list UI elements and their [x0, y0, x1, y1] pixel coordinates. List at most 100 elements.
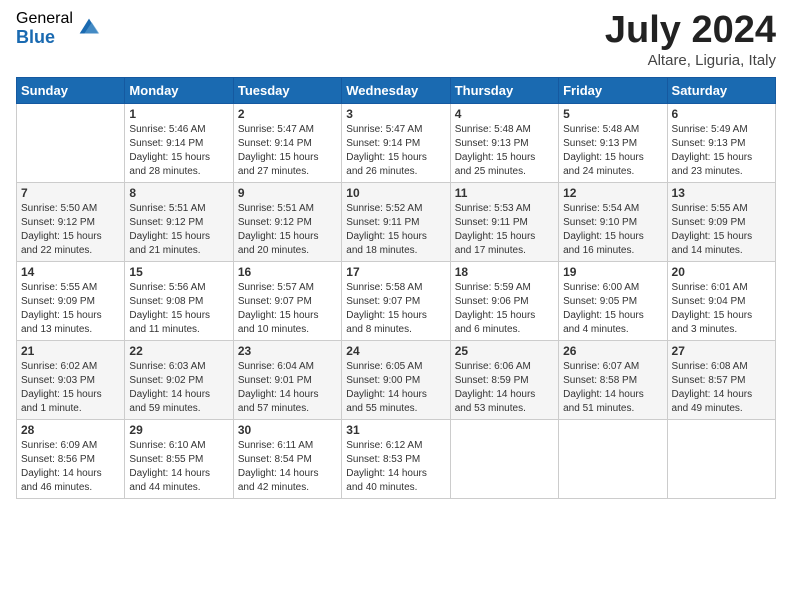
calendar-cell: 14Sunrise: 5:55 AM Sunset: 9:09 PM Dayli…: [17, 261, 125, 340]
weekday-header: Thursday: [450, 77, 558, 103]
day-info: Sunrise: 5:56 AM Sunset: 9:08 PM Dayligh…: [129, 281, 228, 337]
day-info: Sunrise: 6:07 AM Sunset: 8:58 PM Dayligh…: [563, 360, 662, 416]
logo-icon: [75, 13, 103, 41]
day-info: Sunrise: 6:06 AM Sunset: 8:59 PM Dayligh…: [455, 360, 554, 416]
calendar-cell: 24 Sunrise: 6:05 AM Sunset: 9:00 PM Dayli…: [342, 340, 450, 419]
calendar-cell: 29 Sunrise: 6:10 AM Sunset: 8:55 PM Dayli…: [125, 419, 233, 498]
day-number: 19: [563, 265, 662, 279]
calendar-week-row: 1 Sunrise: 5:46 AM Sunset: 9:14 PM Daylig…: [17, 103, 776, 182]
calendar-cell: 2 Sunrise: 5:47 AM Sunset: 9:14 PM Daylig…: [233, 103, 341, 182]
day-number: 24: [346, 344, 445, 358]
day-info: Sunrise: 5:59 AM Sunset: 9:06 PM Dayligh…: [455, 281, 554, 337]
day-info: Sunrise: 6:05 AM Sunset: 9:00 PM Dayligh…: [346, 360, 445, 416]
day-number: 22: [129, 344, 228, 358]
day-info: Sunrise: 6:00 AM Sunset: 9:05 PM Dayligh…: [563, 281, 662, 337]
calendar-cell: 21Sunrise: 6:02 AM Sunset: 9:03 PM Dayli…: [17, 340, 125, 419]
day-number: 30: [238, 423, 337, 437]
day-info: Sunrise: 5:54 AM Sunset: 9:10 PM Dayligh…: [563, 202, 662, 258]
day-number: 21: [21, 344, 120, 358]
day-info: Sunrise: 6:12 AM Sunset: 8:53 PM Dayligh…: [346, 439, 445, 495]
calendar-week-row: 28 Sunrise: 6:09 AM Sunset: 8:56 PM Dayli…: [17, 419, 776, 498]
day-info: Sunrise: 5:48 AM Sunset: 9:13 PM Dayligh…: [455, 123, 554, 179]
day-info: Sunrise: 5:53 AM Sunset: 9:11 PM Dayligh…: [455, 202, 554, 258]
logo-blue: Blue: [16, 28, 73, 48]
logo-general: General: [16, 10, 73, 28]
calendar-cell: 9 Sunrise: 5:51 AM Sunset: 9:12 PM Daylig…: [233, 182, 341, 261]
day-info: Sunrise: 5:47 AM Sunset: 9:14 PM Dayligh…: [346, 123, 445, 179]
weekday-header: Tuesday: [233, 77, 341, 103]
calendar-cell: 12 Sunrise: 5:54 AM Sunset: 9:10 PM Dayli…: [559, 182, 667, 261]
calendar-cell: 13 Sunrise: 5:55 AM Sunset: 9:09 PM Dayli…: [667, 182, 775, 261]
day-info: Sunrise: 5:51 AM Sunset: 9:12 PM Dayligh…: [238, 202, 337, 258]
weekday-header: Wednesday: [342, 77, 450, 103]
day-info: Sunrise: 6:09 AM Sunset: 8:56 PM Dayligh…: [21, 439, 120, 495]
day-number: 28: [21, 423, 120, 437]
day-info: Sunrise: 5:47 AM Sunset: 9:14 PM Dayligh…: [238, 123, 337, 179]
day-info: Sunrise: 6:04 AM Sunset: 9:01 PM Dayligh…: [238, 360, 337, 416]
day-number: 27: [672, 344, 771, 358]
day-info: Sunrise: 6:08 AM Sunset: 8:57 PM Dayligh…: [672, 360, 771, 416]
header: General Blue July 2024 Altare, Liguria, …: [16, 10, 776, 69]
day-number: 15: [129, 265, 228, 279]
day-info: Sunrise: 6:03 AM Sunset: 9:02 PM Dayligh…: [129, 360, 228, 416]
calendar-cell: [450, 419, 558, 498]
day-number: 12: [563, 186, 662, 200]
day-number: 20: [672, 265, 771, 279]
day-info: Sunrise: 5:46 AM Sunset: 9:14 PM Dayligh…: [129, 123, 228, 179]
day-number: 18: [455, 265, 554, 279]
calendar-cell: 7 Sunrise: 5:50 AM Sunset: 9:12 PM Daylig…: [17, 182, 125, 261]
calendar-week-row: 21Sunrise: 6:02 AM Sunset: 9:03 PM Dayli…: [17, 340, 776, 419]
subtitle: Altare, Liguria, Italy: [605, 52, 776, 69]
calendar-cell: 5 Sunrise: 5:48 AM Sunset: 9:13 PM Daylig…: [559, 103, 667, 182]
calendar-cell: 4Sunrise: 5:48 AM Sunset: 9:13 PM Daylig…: [450, 103, 558, 182]
calendar-cell: 1 Sunrise: 5:46 AM Sunset: 9:14 PM Daylig…: [125, 103, 233, 182]
day-number: 25: [455, 344, 554, 358]
calendar-week-row: 7 Sunrise: 5:50 AM Sunset: 9:12 PM Daylig…: [17, 182, 776, 261]
day-info: Sunrise: 5:50 AM Sunset: 9:12 PM Dayligh…: [21, 202, 120, 258]
calendar-cell: 15 Sunrise: 5:56 AM Sunset: 9:08 PM Dayli…: [125, 261, 233, 340]
calendar-cell: 8 Sunrise: 5:51 AM Sunset: 9:12 PM Daylig…: [125, 182, 233, 261]
day-number: 11: [455, 186, 554, 200]
day-info: Sunrise: 6:10 AM Sunset: 8:55 PM Dayligh…: [129, 439, 228, 495]
calendar-cell: 10Sunrise: 5:52 AM Sunset: 9:11 PM Dayli…: [342, 182, 450, 261]
day-number: 29: [129, 423, 228, 437]
logo-text: General Blue: [16, 10, 73, 47]
day-number: 9: [238, 186, 337, 200]
day-number: 7: [21, 186, 120, 200]
day-number: 17: [346, 265, 445, 279]
day-info: Sunrise: 5:55 AM Sunset: 9:09 PM Dayligh…: [672, 202, 771, 258]
calendar-cell: 26Sunrise: 6:07 AM Sunset: 8:58 PM Dayli…: [559, 340, 667, 419]
day-number: 13: [672, 186, 771, 200]
day-number: 5: [563, 107, 662, 121]
day-info: Sunrise: 5:55 AM Sunset: 9:09 PM Dayligh…: [21, 281, 120, 337]
month-title: July 2024: [605, 10, 776, 52]
day-number: 1: [129, 107, 228, 121]
calendar-cell: 18 Sunrise: 5:59 AM Sunset: 9:06 PM Dayli…: [450, 261, 558, 340]
calendar-table: SundayMondayTuesdayWednesdayThursdayFrid…: [16, 77, 776, 499]
title-block: July 2024 Altare, Liguria, Italy: [605, 10, 776, 69]
calendar-cell: 3 Sunrise: 5:47 AM Sunset: 9:14 PM Daylig…: [342, 103, 450, 182]
calendar-cell: 22 Sunrise: 6:03 AM Sunset: 9:02 PM Dayli…: [125, 340, 233, 419]
weekday-header: Friday: [559, 77, 667, 103]
calendar-cell: 25 Sunrise: 6:06 AM Sunset: 8:59 PM Dayli…: [450, 340, 558, 419]
day-number: 3: [346, 107, 445, 121]
weekday-header: Monday: [125, 77, 233, 103]
logo: General Blue: [16, 10, 103, 47]
day-number: 2: [238, 107, 337, 121]
day-info: Sunrise: 5:48 AM Sunset: 9:13 PM Dayligh…: [563, 123, 662, 179]
day-info: Sunrise: 5:58 AM Sunset: 9:07 PM Dayligh…: [346, 281, 445, 337]
day-info: Sunrise: 6:01 AM Sunset: 9:04 PM Dayligh…: [672, 281, 771, 337]
day-number: 8: [129, 186, 228, 200]
calendar-cell: 20 Sunrise: 6:01 AM Sunset: 9:04 PM Dayli…: [667, 261, 775, 340]
calendar-cell: 11 Sunrise: 5:53 AM Sunset: 9:11 PM Dayli…: [450, 182, 558, 261]
calendar-cell: 30Sunrise: 6:11 AM Sunset: 8:54 PM Dayli…: [233, 419, 341, 498]
day-number: 23: [238, 344, 337, 358]
day-info: Sunrise: 5:49 AM Sunset: 9:13 PM Dayligh…: [672, 123, 771, 179]
day-info: Sunrise: 5:52 AM Sunset: 9:11 PM Dayligh…: [346, 202, 445, 258]
day-number: 6: [672, 107, 771, 121]
day-info: Sunrise: 5:51 AM Sunset: 9:12 PM Dayligh…: [129, 202, 228, 258]
calendar-cell: 6 Sunrise: 5:49 AM Sunset: 9:13 PM Daylig…: [667, 103, 775, 182]
page: General Blue July 2024 Altare, Liguria, …: [0, 0, 792, 612]
calendar-week-row: 14Sunrise: 5:55 AM Sunset: 9:09 PM Dayli…: [17, 261, 776, 340]
calendar-cell: 16Sunrise: 5:57 AM Sunset: 9:07 PM Dayli…: [233, 261, 341, 340]
